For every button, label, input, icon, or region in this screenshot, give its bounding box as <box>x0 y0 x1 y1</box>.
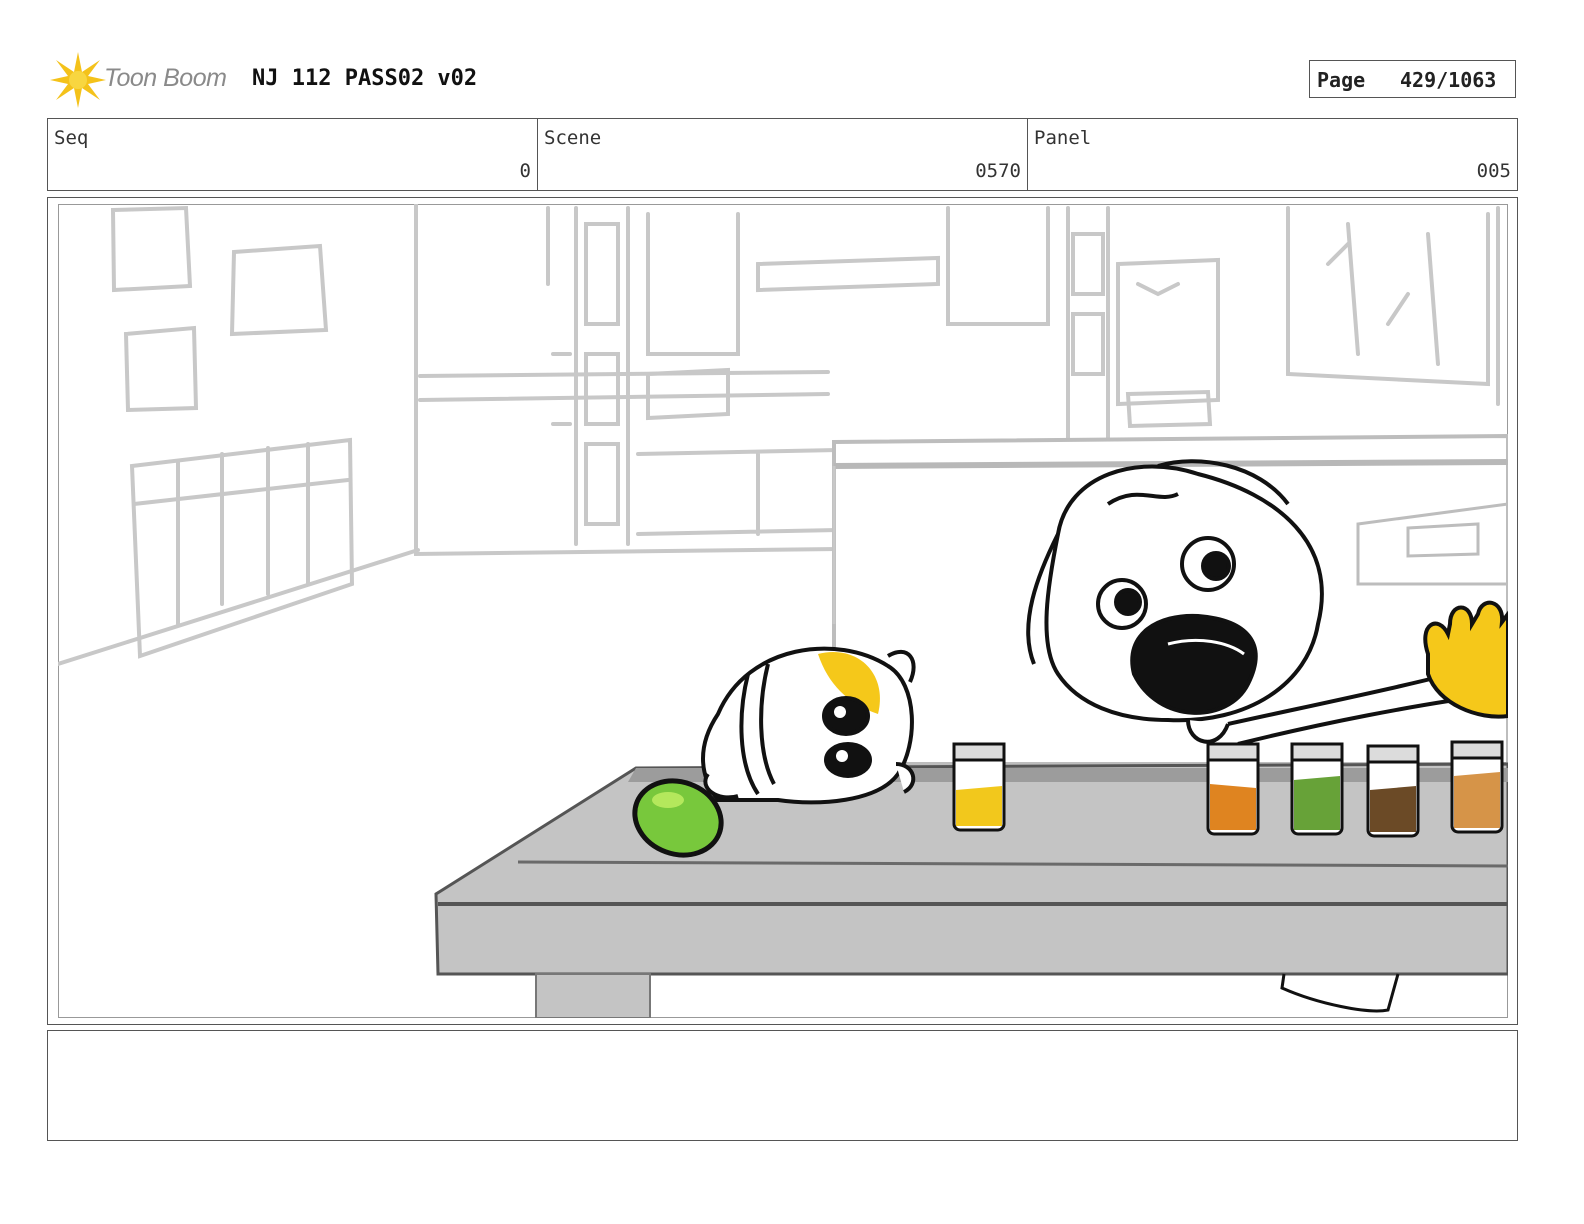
spice-jar-orange <box>1206 742 1260 836</box>
spice-jar-yellow <box>952 742 1006 832</box>
scene-value: 0570 <box>975 160 1021 182</box>
seq-cell: Seq 0 <box>48 119 538 190</box>
sun-star-icon <box>50 52 106 108</box>
page-label: Page <box>1317 68 1366 92</box>
panel-cell: Panel 005 <box>1028 119 1517 190</box>
page-counter: Page 429/1063 <box>1309 60 1516 98</box>
logo-text: Toon Boom <box>104 64 227 92</box>
panel-value: 005 <box>1476 160 1511 182</box>
seq-value: 0 <box>519 160 531 182</box>
spice-jar-tan <box>1450 740 1504 834</box>
info-row: Seq 0 Scene 0570 Panel 005 <box>47 118 1518 191</box>
panel-notes-box <box>47 1030 1518 1141</box>
document-title: NJ 112 PASS02 v02 <box>252 66 478 91</box>
panel-label: Panel <box>1034 127 1092 149</box>
scene-cell: Scene 0570 <box>538 119 1028 190</box>
spice-jar-green <box>1290 742 1344 836</box>
scene-label: Scene <box>544 127 602 149</box>
toon-boom-logo: Toon Boom <box>48 50 238 110</box>
page-value: 429/1063 <box>1400 68 1497 92</box>
storyboard-drawing <box>58 204 1508 1018</box>
seq-label: Seq <box>54 127 89 149</box>
spice-jar-brown <box>1366 744 1420 838</box>
